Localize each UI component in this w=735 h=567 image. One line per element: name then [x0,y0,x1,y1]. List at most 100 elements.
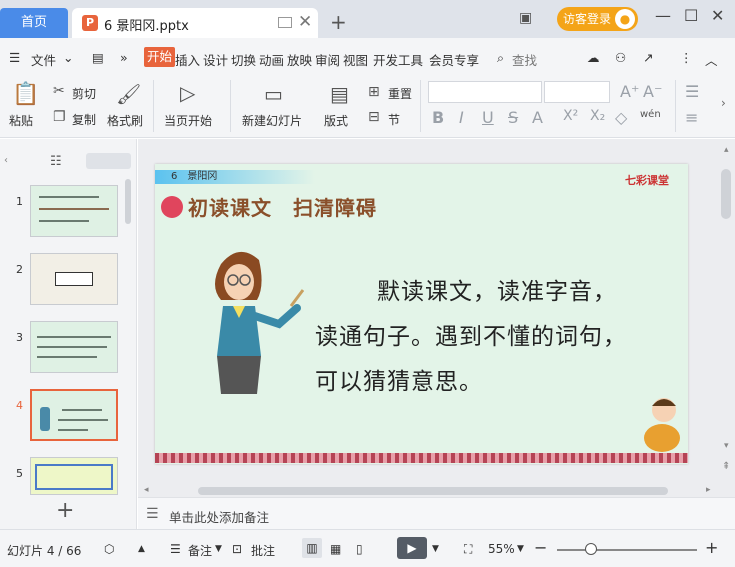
window-list-icon[interactable]: ▣ [519,10,532,26]
menu-transition[interactable]: 切换 [231,50,256,69]
menu-slideshow[interactable]: 放映 [287,50,312,69]
normal-view-icon[interactable]: ▥ [302,538,322,558]
scroll-left-icon[interactable]: ◂ [144,485,149,495]
font-size-select[interactable] [544,81,610,103]
save-icon[interactable]: ▤ [92,50,104,65]
new-tab-plus-icon[interactable]: + [330,10,347,34]
chevron-down-icon[interactable]: ▼ [215,544,222,554]
add-slide-icon[interactable]: + [56,498,74,523]
italic-button[interactable]: I [459,108,464,127]
maximize-icon[interactable]: ☐ [684,6,698,25]
user-add-icon[interactable]: ⚇ [615,50,626,65]
scroll-up-icon[interactable]: ▴ [724,145,729,155]
subscript-button[interactable]: X₂ [590,108,605,124]
slide-thumbnail[interactable] [30,321,118,373]
close-tab-icon[interactable]: ✕ [298,12,312,32]
menu-member[interactable]: 会员专享 [429,50,479,69]
tab-document[interactable]: P 6 景阳冈.pptx ✕ [72,8,318,38]
fit-window-icon[interactable]: ⛶ [464,542,472,557]
play-slideshow-button[interactable]: ▶ [397,537,427,559]
prev-slide-icon[interactable]: ⇞ [722,461,730,472]
font-shrink-icon[interactable]: A⁻ [643,82,662,101]
play-options-chevron-icon[interactable]: ▼ [432,544,439,554]
outline-view-icon[interactable]: ☷ [50,154,62,169]
ribbon-scroll-right-icon[interactable]: › [721,96,726,110]
menu-view[interactable]: 视图 [343,50,368,69]
new-slide-button[interactable]: 新建幻灯片 [242,112,302,129]
eraser-icon[interactable]: ◇ [615,108,627,127]
font-name-select[interactable] [428,81,542,103]
chevron-up-icon[interactable]: ▲ [138,544,145,554]
scroll-down-icon[interactable]: ▾ [724,441,729,451]
play-circle-icon[interactable]: ▷ [180,81,195,105]
comment-icon[interactable]: ⊡ [232,542,242,556]
slide-thumbnail[interactable] [30,457,118,495]
thumbnail-view-icon[interactable] [86,153,131,169]
zoom-slider-track[interactable] [557,549,697,551]
shield-icon[interactable]: ⬡ [104,542,114,556]
slide-thumbnail[interactable] [30,253,118,305]
menu-animation[interactable]: 动画 [259,50,284,69]
menu-file[interactable]: 文件 [31,50,56,69]
pinyin-button[interactable]: wén [640,109,661,120]
reading-view-icon[interactable]: ▯ [356,542,363,556]
copy-button[interactable]: 复制 [72,111,96,128]
vertical-scrollbar[interactable] [721,169,731,219]
collapse-ribbon-icon[interactable]: ︿ [705,50,718,69]
bold-button[interactable]: B [432,108,444,127]
menu-insert[interactable]: 插入 [175,50,200,69]
thumbnail-scrollbar[interactable] [125,179,131,224]
menu-design[interactable]: 设计 [203,50,228,69]
cloud-icon[interactable]: ☁ [587,50,600,65]
scroll-right-icon[interactable]: ▸ [706,485,711,495]
format-painter-button[interactable]: 格式刷 [107,112,143,129]
strikethrough-button[interactable]: S [508,108,518,127]
paste-icon[interactable]: 📋 [12,82,39,107]
layout-icon[interactable]: ▤ [330,82,349,106]
zoom-level[interactable]: 55% [488,542,515,556]
indent-icon[interactable]: ≡ [685,108,698,127]
collapse-panel-icon[interactable]: ‹ [4,155,8,166]
login-button[interactable]: 访客登录 ● [557,7,638,31]
share-icon[interactable]: ↗ [643,50,653,65]
section-button[interactable]: 节 [388,111,400,128]
reset-button[interactable]: 重置 [388,85,412,102]
slide-thumbnail-selected[interactable] [30,389,118,441]
more-icon[interactable]: » [120,50,128,65]
notes-placeholder[interactable]: 单击此处添加备注 [169,507,269,526]
minimize-icon[interactable]: — [655,6,671,25]
notes-toggle-button[interactable]: 备注 [188,542,212,559]
zoom-in-icon[interactable]: + [705,538,718,557]
menu-review[interactable]: 审阅 [315,50,340,69]
grid-view-icon[interactable]: ▦ [330,542,341,556]
comments-button[interactable]: 批注 [251,542,275,559]
section-icon[interactable]: ⊟ [368,109,380,125]
search-icon[interactable]: ⌕ [497,50,504,66]
notes-pane[interactable]: ☰ 单击此处添加备注 [138,497,735,529]
tab-home[interactable]: 首页 [0,8,68,38]
menu-developer[interactable]: 开发工具 [373,50,423,69]
font-grow-icon[interactable]: A⁺ [620,82,639,101]
underline-button[interactable]: U [482,108,494,127]
more-vertical-icon[interactable]: ⋮ [680,50,693,65]
format-painter-icon[interactable]: 🖌 [116,82,141,106]
zoom-options-chevron-icon[interactable]: ▼ [517,544,524,554]
slide-thumbnail[interactable] [30,185,118,237]
superscript-button[interactable]: X² [563,108,578,124]
menu-start[interactable]: 开始 [144,47,176,67]
monitor-icon[interactable] [278,17,292,28]
chevron-down-icon[interactable]: ⌄ [63,50,73,65]
play-from-current-button[interactable]: 当页开始 [164,112,212,129]
zoom-out-icon[interactable]: − [534,538,547,557]
notes-toggle-icon[interactable]: ☰ [170,542,181,556]
reset-icon[interactable]: ⊞ [368,84,380,100]
font-color-button[interactable]: A [532,108,543,127]
scissors-icon[interactable]: ✂ [53,83,65,99]
bullet-list-icon[interactable]: ☰ [685,82,699,101]
search-label[interactable]: 查找 [512,50,537,69]
slide[interactable]: 6 景阳冈 七彩课堂 初读课文 扫清障碍 默读课文，读准字音， 读通句子。遇到不… [155,164,688,464]
hamburger-icon[interactable]: ☰ [9,50,20,65]
zoom-slider-knob[interactable] [585,543,597,555]
copy-icon[interactable]: ❐ [53,109,66,125]
paste-button[interactable]: 粘贴 [9,112,33,129]
